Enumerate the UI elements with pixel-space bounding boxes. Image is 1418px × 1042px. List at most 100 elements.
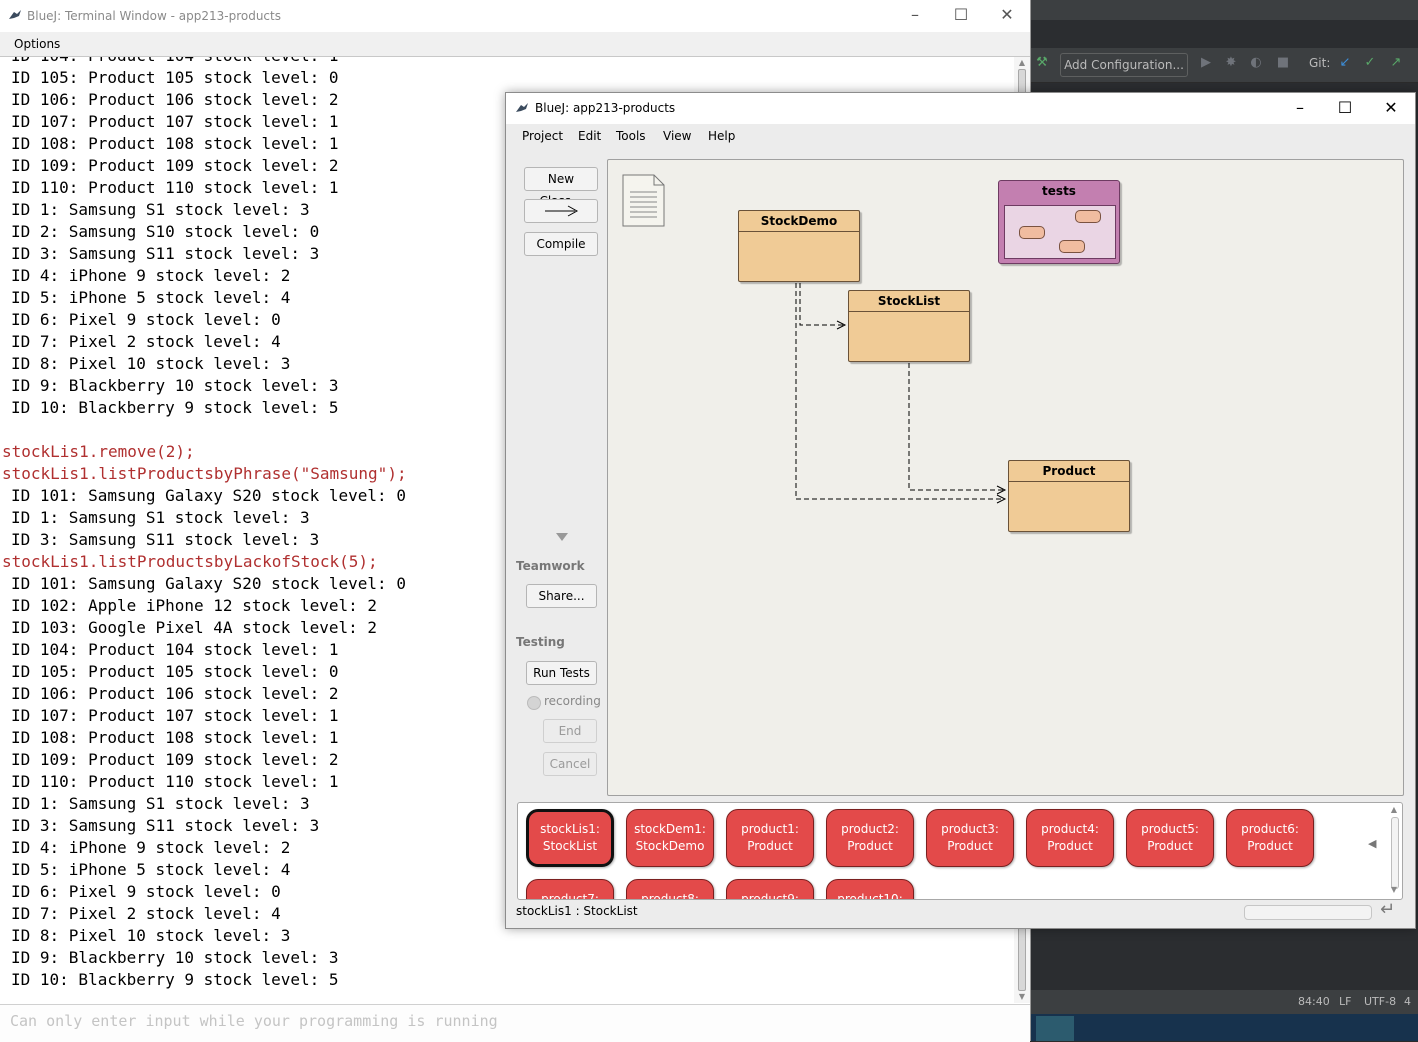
bluej-main-window: BlueJ: app213-products – ☐ ✕ Project Edi… (505, 92, 1416, 929)
package-name: tests (1042, 184, 1076, 198)
share-button[interactable]: Share... (526, 584, 597, 608)
expand-triangle-icon[interactable] (556, 533, 568, 541)
mini-class-icon (1059, 240, 1085, 253)
object-type: Product (847, 839, 893, 853)
taskbar (1030, 1014, 1418, 1041)
menu-options[interactable]: Options (14, 32, 60, 56)
terminal-output-line: ID 105: Product 105 stock level: 0 (11, 68, 339, 87)
object-product1[interactable]: product1: Product (726, 809, 814, 867)
menu-help[interactable]: Help (708, 124, 735, 148)
close-button[interactable]: ✕ (984, 0, 1030, 32)
class-stockdemo[interactable]: StockDemo (738, 210, 860, 282)
scroll-up-icon[interactable]: ▲ (1014, 57, 1030, 69)
bluej-title-bar: BlueJ: app213-products – ☐ ✕ (506, 93, 1415, 124)
object-name: product3: (941, 822, 999, 836)
line-ending[interactable]: LF (1339, 990, 1351, 1014)
object-type: Product (1047, 839, 1093, 853)
object-product4[interactable]: product4: Product (1026, 809, 1114, 867)
mini-class-icon (1019, 226, 1045, 239)
bench-scroll-left-icon[interactable]: ◀ (1368, 837, 1376, 850)
cancel-button[interactable]: Cancel (543, 752, 597, 776)
coverage-icon[interactable]: ◐ (1248, 54, 1264, 72)
minimize-button[interactable]: – (892, 0, 938, 32)
status-message: stockLis1 : StockList (516, 904, 638, 918)
object-type: Product (1247, 839, 1293, 853)
class-name: StockDemo (739, 211, 859, 232)
scroll-down-icon[interactable]: ▼ (1388, 885, 1400, 894)
object-product7[interactable]: product7: (526, 879, 614, 899)
input-placeholder: Can only enter input while your programm… (10, 1012, 498, 1030)
class-diagram-canvas[interactable]: StockDemo StockList Product tests (607, 159, 1404, 796)
git-push-icon[interactable]: ↗ (1388, 54, 1404, 72)
scrollbar-thumb[interactable] (1391, 817, 1399, 889)
debug-icon[interactable]: ✸ (1223, 54, 1239, 72)
new-arrow-button[interactable] (524, 199, 598, 223)
compile-button[interactable]: Compile (524, 232, 598, 256)
new-class-button[interactable]: New Class... (524, 167, 598, 208)
class-name: StockList (849, 291, 969, 312)
run-tests-button[interactable]: Run Tests (526, 661, 597, 685)
maximize-button[interactable]: ☐ (1322, 93, 1368, 124)
scroll-down-icon[interactable]: ▼ (1014, 991, 1030, 1003)
end-button[interactable]: End (543, 719, 597, 743)
testing-label: Testing (516, 635, 565, 649)
object-product5[interactable]: product5: Product (1126, 809, 1214, 867)
object-product8[interactable]: product8: (626, 879, 714, 900)
object-bench[interactable]: stockLis1: StockList stockDem1: StockDemo pr… (517, 802, 1403, 900)
object-product10[interactable]: product10: (826, 879, 914, 900)
object-product6[interactable]: product6: Product (1226, 809, 1314, 867)
hammer-icon[interactable]: ⚒ (1034, 54, 1050, 72)
terminal-output-line: ID 9: Blackberry 10 stock level: 3 (11, 948, 339, 967)
git-label: Git: (1309, 56, 1331, 70)
taskbar-app-icon[interactable] (1036, 1016, 1074, 1041)
object-name: product6: (1241, 822, 1299, 836)
object-name: product5: (1141, 822, 1199, 836)
bluej-title: BlueJ: app213-products (535, 101, 676, 115)
terminal-title: BlueJ: Terminal Window - app213-products (27, 9, 281, 23)
arrow-stockdemo-stocklist (799, 283, 844, 326)
teamwork-label: Teamwork (516, 559, 585, 573)
object-type: Product (1147, 839, 1193, 853)
stop-icon[interactable]: ■ (1275, 54, 1291, 72)
close-button[interactable]: ✕ (1368, 93, 1414, 124)
caret-position[interactable]: 84:40 (1298, 990, 1330, 1014)
terminal-input-field[interactable]: Can only enter input while your programm… (0, 1004, 1030, 1042)
class-name: Product (1009, 461, 1129, 482)
recording-indicator-icon (527, 696, 541, 710)
object-product9[interactable]: product9: (726, 879, 814, 899)
class-stocklist[interactable]: StockList (848, 290, 970, 362)
object-name: product1: (741, 822, 799, 836)
object-name: product8: (641, 892, 699, 900)
terminal-title-bar: BlueJ: Terminal Window - app213-products… (0, 0, 1030, 32)
run-icon[interactable]: ▶ (1198, 54, 1214, 72)
maximize-button[interactable]: ☐ (938, 0, 984, 32)
object-name: stockDem1: (634, 822, 706, 836)
menu-tools[interactable]: Tools (616, 124, 646, 148)
menu-edit[interactable]: Edit (578, 124, 601, 148)
object-product3[interactable]: product3: Product (926, 809, 1014, 867)
object-bench-scrollbar[interactable]: ▲ ▼ (1388, 805, 1400, 897)
object-type: Product (947, 839, 993, 853)
object-name: product10: (837, 892, 903, 900)
object-product2[interactable]: product2: Product (826, 809, 914, 867)
add-configuration-button[interactable]: Add Configuration... (1060, 53, 1188, 77)
object-name: stockLis1: (540, 822, 600, 836)
package-tests[interactable]: tests (998, 180, 1120, 264)
menu-view[interactable]: View (663, 124, 691, 148)
object-name: product4: (1041, 822, 1099, 836)
minimize-button[interactable]: – (1277, 93, 1323, 124)
object-type: StockList (542, 839, 598, 853)
package-contents (1004, 205, 1116, 259)
ide-top-strip (1030, 0, 1418, 20)
object-stockdem1[interactable]: stockDem1: StockDemo (626, 809, 714, 867)
file-encoding[interactable]: UTF-8 (1364, 990, 1396, 1014)
scroll-up-icon[interactable]: ▲ (1388, 805, 1400, 814)
menu-project[interactable]: Project (522, 124, 563, 148)
arrow-stocklist-product (908, 363, 1004, 491)
reset-machine-icon[interactable]: ↵ (1380, 901, 1395, 919)
ide-status-bar: 84:40 LF UTF-8 4 s (1030, 990, 1418, 1032)
git-update-icon[interactable]: ↙ (1337, 54, 1353, 72)
git-commit-icon[interactable]: ✓ (1362, 54, 1378, 72)
object-stocklis1[interactable]: stockLis1: StockList (526, 809, 614, 867)
class-product[interactable]: Product (1008, 460, 1130, 532)
